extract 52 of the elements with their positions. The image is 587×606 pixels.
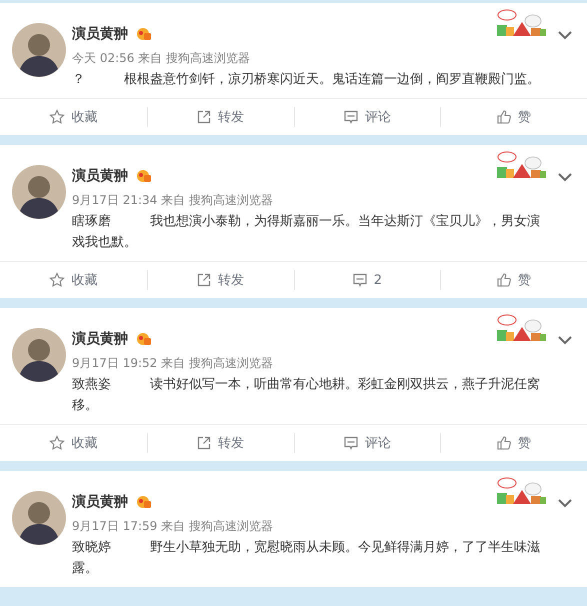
comment-button[interactable]: 评论 xyxy=(294,99,440,135)
favorite-button[interactable]: 收藏 xyxy=(0,425,147,461)
vip-badge-icon xyxy=(136,332,152,346)
avatar[interactable] xyxy=(12,491,66,545)
repost-button[interactable]: 转发 xyxy=(146,262,294,298)
author-name[interactable]: 演员黄翀 xyxy=(72,167,128,185)
sticker-drawing xyxy=(495,314,547,342)
sticker-drawing xyxy=(495,477,547,505)
comment-button[interactable]: 2 xyxy=(294,262,440,298)
thumbs-up-icon xyxy=(496,109,512,125)
chevron-down-icon[interactable] xyxy=(557,497,573,509)
vip-badge-icon xyxy=(136,27,152,41)
favorite-button[interactable]: 收藏 xyxy=(0,262,147,298)
avatar[interactable] xyxy=(12,23,66,77)
post-text: ？ 根根盎意竹剑钎，凉刃桥寒闪近天。鬼话连篇一边倒，阎罗直鞭殿门监。 xyxy=(72,71,541,89)
vip-badge-icon xyxy=(136,169,152,183)
author-name[interactable]: 演员黄翀 xyxy=(72,25,128,43)
share-icon xyxy=(196,435,212,451)
avatar[interactable] xyxy=(12,165,66,219)
chevron-down-icon[interactable] xyxy=(557,171,573,183)
post-meta: 9月17日 21:34 来自 搜狗高速浏览器 xyxy=(72,192,274,209)
repost-button[interactable]: 转发 xyxy=(146,425,294,461)
thumbs-up-icon xyxy=(496,435,512,451)
comment-icon xyxy=(342,435,359,451)
repost-button[interactable]: 转发 xyxy=(146,99,294,135)
author-name[interactable]: 演员黄翀 xyxy=(72,493,128,511)
star-icon xyxy=(49,435,66,451)
post-meta: 9月17日 19:52 来自 搜狗高速浏览器 xyxy=(72,355,274,372)
post-meta: 9月17日 17:59 来自 搜狗高速浏览器 xyxy=(72,518,274,535)
chevron-down-icon[interactable] xyxy=(557,334,573,346)
favorite-button[interactable]: 收藏 xyxy=(0,99,147,135)
share-icon xyxy=(196,109,212,125)
post-text: 致晓婷 野生小草独无助，宽慰晓雨从未顾。今见鲜得满月婷，了了半生味滋露。 xyxy=(72,539,541,578)
post-text: 瞎琢磨 我也想演小泰勒，为得斯嘉丽一乐。当年达斯汀《宝贝儿》，男女演戏我也默。 xyxy=(72,213,541,252)
star-icon xyxy=(49,272,66,288)
sticker-drawing xyxy=(495,9,547,37)
post-meta: 今天 02:56 来自 搜狗高速浏览器 xyxy=(72,50,252,67)
like-button[interactable]: 赞 xyxy=(440,262,587,298)
comment-button[interactable]: 评论 xyxy=(294,425,440,461)
comment-icon xyxy=(342,109,359,125)
avatar[interactable] xyxy=(12,328,66,382)
like-button[interactable]: 赞 xyxy=(440,99,587,135)
author-name[interactable]: 演员黄翀 xyxy=(72,330,128,348)
chevron-down-icon[interactable] xyxy=(557,29,573,41)
thumbs-up-icon xyxy=(496,272,512,288)
share-icon xyxy=(196,272,212,288)
sticker-drawing xyxy=(495,151,547,179)
comment-icon xyxy=(352,272,368,288)
like-button[interactable]: 赞 xyxy=(440,425,587,461)
vip-badge-icon xyxy=(136,495,152,509)
star-icon xyxy=(49,109,66,125)
post-text: 致燕姿 读书好似写一本，听曲常有心地耕。彩虹金刚双拱云，燕子升泥任窝移。 xyxy=(72,376,541,415)
